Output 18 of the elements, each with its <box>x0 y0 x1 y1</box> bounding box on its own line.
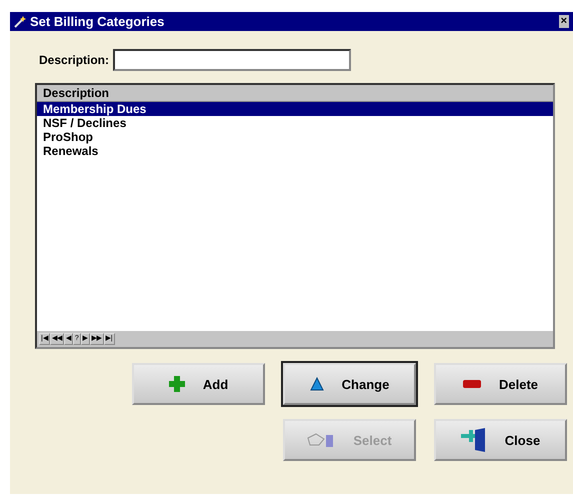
close-button[interactable]: Close <box>434 419 567 461</box>
add-button[interactable]: Add <box>132 363 265 405</box>
list-row[interactable]: ProShop <box>37 130 553 144</box>
change-button[interactable]: Change <box>283 363 416 405</box>
door-icon <box>460 428 487 452</box>
wand-icon <box>14 16 26 28</box>
list-row[interactable]: Membership Dues <box>37 102 553 116</box>
delete-button[interactable]: Delete <box>434 363 567 405</box>
list-row[interactable]: Renewals <box>37 144 553 158</box>
triangle-icon <box>310 377 324 391</box>
list-row[interactable]: NSF / Declines <box>37 116 553 130</box>
plus-icon <box>168 376 185 392</box>
close-button[interactable]: × <box>558 15 569 28</box>
column-header[interactable]: Description <box>37 85 553 102</box>
description-field[interactable] <box>113 49 352 71</box>
field-label: Description: <box>39 53 110 67</box>
window-title: Set Billing Categories <box>30 14 166 29</box>
minus-icon <box>462 380 481 388</box>
